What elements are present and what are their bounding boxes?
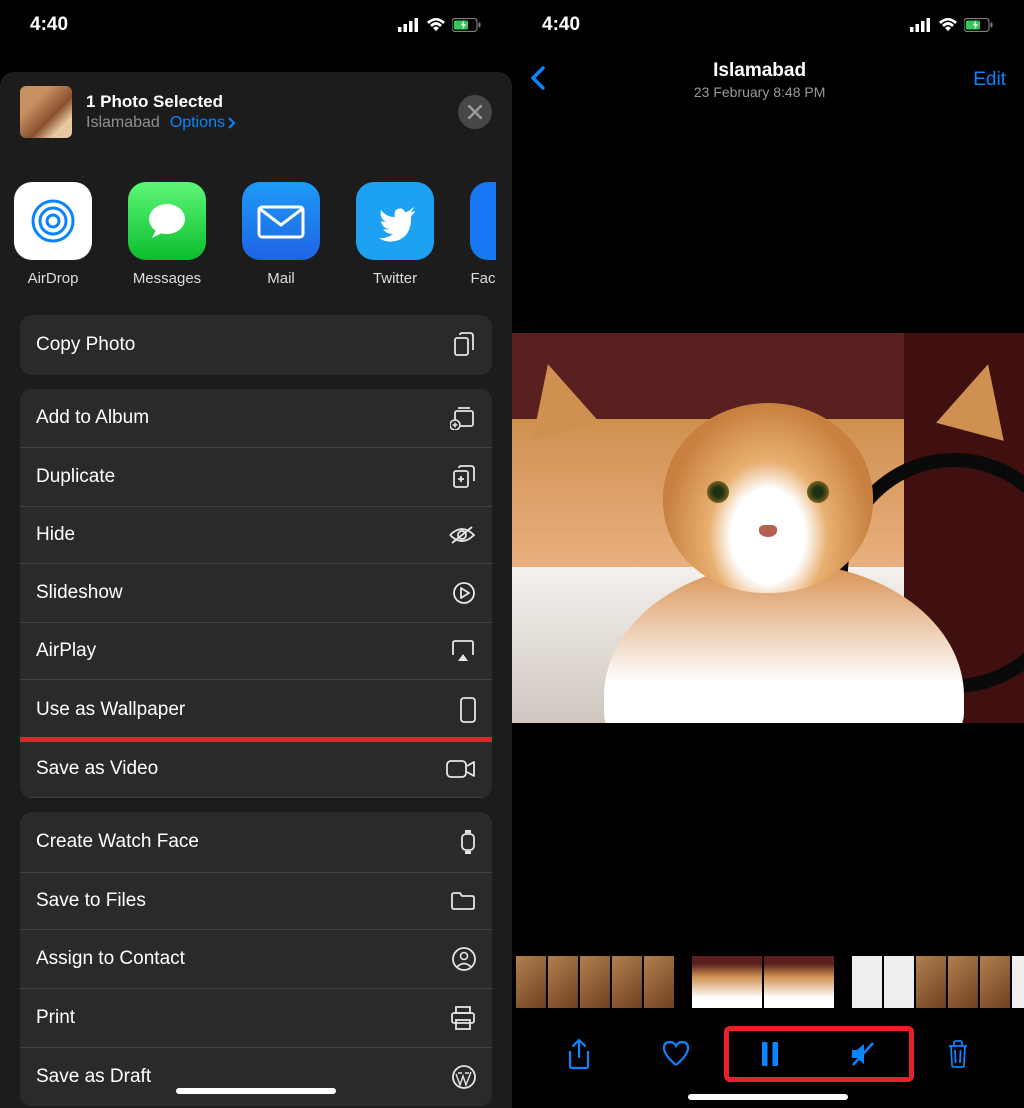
- film-thumb[interactable]: [884, 956, 914, 1008]
- chevron-left-icon: [530, 66, 546, 90]
- mute-icon: [849, 1041, 877, 1067]
- print-action[interactable]: Print: [20, 989, 492, 1048]
- delete-button[interactable]: [946, 1040, 970, 1073]
- print-icon: [450, 1006, 476, 1030]
- album-icon: [450, 406, 476, 430]
- nav-title: Islamabad: [694, 60, 826, 82]
- hide-action[interactable]: Hide: [20, 507, 492, 564]
- cat-photo: [512, 333, 1024, 723]
- film-thumb-selected[interactable]: [692, 956, 762, 1008]
- status-icons: [910, 18, 994, 32]
- save-as-video-action[interactable]: Save as Video: [20, 741, 492, 798]
- save-to-files-action[interactable]: Save to Files: [20, 873, 492, 930]
- copy-icon: [452, 332, 476, 358]
- mail-icon: [255, 201, 307, 241]
- home-indicator[interactable]: [688, 1094, 848, 1100]
- status-bar: 4:40: [512, 0, 1024, 50]
- play-icon: [452, 581, 476, 605]
- messages-icon: [142, 196, 192, 246]
- facebook-app[interactable]: Fac: [470, 182, 496, 287]
- slideshow-action[interactable]: Slideshow: [20, 564, 492, 623]
- highlight-pause-mute: [724, 1026, 914, 1082]
- heart-icon: [661, 1040, 691, 1068]
- cellular-icon: [398, 18, 420, 32]
- cellular-icon: [910, 18, 932, 32]
- add-to-album-action[interactable]: Add to Album: [20, 389, 492, 448]
- phone-left-sharesheet: 4:40 1 Photo Selected Islamabad Options: [0, 0, 512, 1108]
- contact-icon: [452, 947, 476, 971]
- action-group-1: Copy Photo: [20, 315, 492, 375]
- mail-app[interactable]: Mail: [242, 182, 320, 287]
- share-header: 1 Photo Selected Islamabad Options: [0, 72, 512, 152]
- twitter-icon: [372, 198, 418, 244]
- watch-icon: [460, 829, 476, 855]
- airplay-icon: [450, 640, 476, 662]
- duplicate-action[interactable]: Duplicate: [20, 448, 492, 507]
- airplay-action[interactable]: AirPlay: [20, 623, 492, 680]
- film-thumb[interactable]: [948, 956, 978, 1008]
- nav-subtitle: 23 February 8:48 PM: [694, 84, 826, 100]
- wordpress-icon: [452, 1065, 476, 1089]
- film-thumb[interactable]: [612, 956, 642, 1008]
- status-icons: [398, 18, 482, 32]
- copy-photo-action[interactable]: Copy Photo: [20, 315, 492, 375]
- action-group-2: Add to Album Duplicate Hide Slideshow Ai…: [20, 389, 492, 798]
- wifi-icon: [938, 18, 958, 32]
- folder-icon: [450, 891, 476, 911]
- phone-icon: [460, 697, 476, 723]
- share-location: Islamabad: [86, 114, 160, 132]
- options-button[interactable]: Options: [170, 114, 236, 132]
- duplicate-icon: [452, 465, 476, 489]
- back-button[interactable]: [530, 66, 546, 95]
- film-thumb[interactable]: [644, 956, 674, 1008]
- messages-app[interactable]: Messages: [128, 182, 206, 287]
- airdrop-app[interactable]: AirDrop: [14, 182, 92, 287]
- action-group-3: Create Watch Face Save to Files Assign t…: [20, 812, 492, 1106]
- favorite-button[interactable]: [661, 1040, 691, 1073]
- film-thumb[interactable]: [916, 956, 946, 1008]
- film-thumb[interactable]: [1012, 956, 1024, 1008]
- wifi-icon: [426, 18, 446, 32]
- share-title: 1 Photo Selected: [86, 92, 444, 112]
- nav-bar: Islamabad 23 February 8:48 PM Edit: [512, 50, 1024, 110]
- share-apps-row[interactable]: AirDrop Messages Mail Twitter: [0, 152, 512, 307]
- film-thumb[interactable]: [980, 956, 1010, 1008]
- film-thumb[interactable]: [580, 956, 610, 1008]
- close-icon: [468, 105, 482, 119]
- status-time: 4:40: [30, 14, 68, 36]
- save-as-draft-action[interactable]: Save as Draft: [20, 1048, 492, 1106]
- battery-icon: [964, 18, 994, 32]
- photo-viewer[interactable]: [512, 108, 1024, 948]
- video-icon: [446, 759, 476, 779]
- chevron-right-icon: [228, 117, 236, 129]
- film-thumb[interactable]: [516, 956, 546, 1008]
- pause-button[interactable]: [760, 1041, 780, 1072]
- edit-button[interactable]: Edit: [973, 69, 1006, 91]
- wallpaper-action[interactable]: Use as Wallpaper: [20, 680, 492, 741]
- film-thumb[interactable]: [548, 956, 578, 1008]
- selected-photo-thumb: [20, 86, 72, 138]
- film-thumb-selected[interactable]: [764, 956, 834, 1008]
- trash-icon: [946, 1040, 970, 1068]
- film-thumb[interactable]: [852, 956, 882, 1008]
- share-sheet: 1 Photo Selected Islamabad Options AirDr: [0, 72, 512, 1108]
- pause-icon: [760, 1041, 780, 1067]
- phone-right-viewer: 4:40 Islamabad 23 February 8:48 PM Edit: [512, 0, 1024, 1108]
- assign-contact-action[interactable]: Assign to Contact: [20, 930, 492, 989]
- watch-face-action[interactable]: Create Watch Face: [20, 812, 492, 873]
- battery-icon: [452, 18, 482, 32]
- share-icon: [566, 1038, 592, 1070]
- airdrop-icon: [27, 195, 79, 247]
- film-strip[interactable]: [512, 956, 1024, 1008]
- status-time: 4:40: [542, 14, 580, 36]
- home-indicator[interactable]: [176, 1088, 336, 1094]
- mute-button[interactable]: [849, 1041, 877, 1072]
- twitter-app[interactable]: Twitter: [356, 182, 434, 287]
- hide-icon: [448, 525, 476, 545]
- share-button[interactable]: [566, 1038, 592, 1075]
- status-bar: 4:40: [0, 0, 512, 50]
- close-button[interactable]: [458, 95, 492, 129]
